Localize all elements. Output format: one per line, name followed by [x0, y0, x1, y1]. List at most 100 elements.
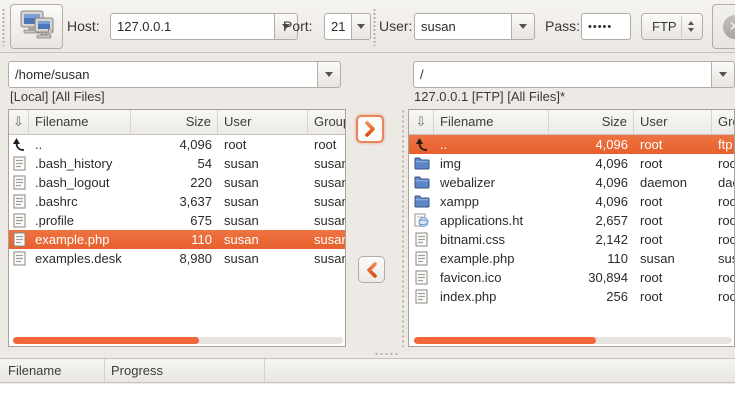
table-row[interactable]: .. 4,096 root ftp	[409, 135, 734, 154]
group-cell: ftp	[712, 137, 734, 152]
file-icon	[9, 251, 29, 266]
table-row[interactable]: applications.ht 2,657 root root	[409, 211, 734, 230]
port-input[interactable]: 21	[324, 13, 351, 40]
user-column-header[interactable]: User	[634, 110, 712, 134]
table-row[interactable]: example.php 110 susan susan	[9, 230, 345, 249]
local-path-dropdown-button[interactable]	[317, 61, 341, 88]
size-cell: 256	[549, 289, 634, 304]
queue-progress-column-header[interactable]: Progress	[105, 359, 265, 382]
group-cell: susan	[308, 232, 345, 247]
user-label: User:	[379, 18, 412, 34]
transfer-left-button[interactable]	[358, 256, 385, 283]
group-column-header[interactable]: Group	[308, 110, 345, 134]
stop-button[interactable]: ✕	[712, 4, 735, 49]
computers-connect-icon	[18, 9, 56, 45]
table-row[interactable]: example.php 110 susan susan	[409, 249, 734, 268]
arrow-right-icon	[361, 120, 379, 138]
table-row[interactable]: webalizer 4,096 daemon daemon	[409, 173, 734, 192]
queue-divider-grip[interactable]	[374, 352, 398, 356]
spinner-arrows-icon[interactable]	[681, 16, 699, 37]
size-column-header[interactable]: Size	[549, 110, 634, 134]
user-input[interactable]: susan	[414, 13, 511, 40]
table-row[interactable]: .bash_logout 220 susan susan	[9, 173, 345, 192]
transfer-queue-list[interactable]	[0, 384, 735, 405]
table-row[interactable]: .bashrc 3,637 susan susan	[9, 192, 345, 211]
size-cell: 110	[131, 232, 218, 247]
group-cell: susan	[308, 213, 345, 228]
group-cell: root	[308, 137, 345, 152]
table-row[interactable]: .profile 675 susan susan	[9, 211, 345, 230]
remote-path-input[interactable]: /	[413, 61, 711, 88]
transfer-right-button[interactable]	[356, 115, 384, 143]
local-status-label: [Local] [All Files]	[10, 89, 105, 104]
group-cell: root	[712, 213, 734, 228]
file-icon	[9, 213, 29, 228]
group-cell: susan	[308, 194, 345, 209]
local-path-input[interactable]: /home/susan	[8, 61, 317, 88]
filename-cell: favicon.ico	[434, 270, 549, 285]
user-column-header[interactable]: User	[218, 110, 308, 134]
remote-status-label: 127.0.0.1 [FTP] [All Files]*	[414, 89, 565, 104]
gftp-window: Host: 127.0.0.1 Port: 21 User: susan Pas…	[0, 0, 735, 405]
port-combo[interactable]: 21	[324, 13, 371, 40]
filename-cell: examples.desk	[29, 251, 131, 266]
user-cell: root	[634, 289, 712, 304]
group-cell: root	[712, 194, 734, 209]
size-column-header[interactable]: Size	[131, 110, 218, 134]
sort-column-header[interactable]	[409, 110, 434, 134]
user-cell: susan	[218, 194, 308, 209]
filename-cell: example.php	[434, 251, 549, 266]
queue-filename-column-header[interactable]: Filename	[0, 359, 105, 382]
table-row[interactable]: bitnami.css 2,142 root root	[409, 230, 734, 249]
user-dropdown-button[interactable]	[511, 13, 535, 40]
size-cell: 4,096	[549, 194, 634, 209]
filename-cell: example.php	[29, 232, 131, 247]
sort-column-header[interactable]	[9, 110, 29, 134]
table-row[interactable]: examples.desk 8,980 susan susan	[9, 249, 345, 268]
port-label: Port:	[283, 18, 313, 34]
filename-column-header[interactable]: Filename	[434, 110, 549, 134]
user-cell: susan	[218, 175, 308, 190]
size-cell: 2,657	[549, 213, 634, 228]
pass-label: Pass:	[545, 18, 580, 34]
remote-table-header: Filename Size User Group	[409, 110, 734, 135]
pane-divider-grip[interactable]	[401, 109, 405, 347]
filename-cell: index.php	[434, 289, 549, 304]
remote-path-combo[interactable]: /	[413, 61, 735, 88]
scrollbar-thumb[interactable]	[414, 337, 596, 344]
table-row[interactable]: favicon.ico 30,894 root root	[409, 268, 734, 287]
remote-path-dropdown-button[interactable]	[711, 61, 735, 88]
table-row[interactable]: .bash_history 54 susan susan	[9, 154, 345, 173]
group-cell: daemon	[712, 175, 734, 190]
connection-toolbar: Host: 127.0.0.1 Port: 21 User: susan Pas…	[0, 0, 735, 53]
connect-button[interactable]	[10, 4, 63, 49]
filename-cell: img	[434, 156, 549, 171]
updir-icon	[9, 137, 29, 152]
chevron-down-icon	[325, 72, 333, 77]
queue-header-filler	[265, 359, 735, 382]
table-row[interactable]: xampp 4,096 root root	[409, 192, 734, 211]
group-cell: root	[712, 289, 734, 304]
filename-cell: ..	[434, 137, 549, 152]
sort-arrow-icon	[416, 114, 427, 130]
table-row[interactable]: img 4,096 root root	[409, 154, 734, 173]
table-row[interactable]: index.php 256 root root	[409, 287, 734, 306]
filename-column-header[interactable]: Filename	[29, 110, 131, 134]
host-label: Host:	[67, 18, 100, 34]
scrollbar-thumb[interactable]	[13, 337, 199, 344]
host-combo[interactable]: 127.0.0.1	[110, 13, 298, 40]
user-combo[interactable]: susan	[414, 13, 535, 40]
port-dropdown-button[interactable]	[351, 13, 371, 40]
remote-horizontal-scrollbar[interactable]	[414, 337, 732, 344]
local-path-combo[interactable]: /home/susan	[8, 61, 341, 88]
host-input[interactable]: 127.0.0.1	[110, 13, 274, 40]
toolbar-grip[interactable]	[373, 8, 376, 46]
group-column-header[interactable]: Group	[712, 110, 734, 134]
toolbar-grip[interactable]	[2, 8, 5, 46]
pass-input[interactable]: •••••	[581, 13, 631, 40]
protocol-select[interactable]: FTP	[641, 13, 703, 40]
transfer-queue-header: Filename Progress	[0, 358, 735, 383]
local-horizontal-scrollbar[interactable]	[13, 337, 343, 344]
protocol-value: FTP	[652, 19, 677, 34]
table-row[interactable]: .. 4,096 root root	[9, 135, 345, 154]
